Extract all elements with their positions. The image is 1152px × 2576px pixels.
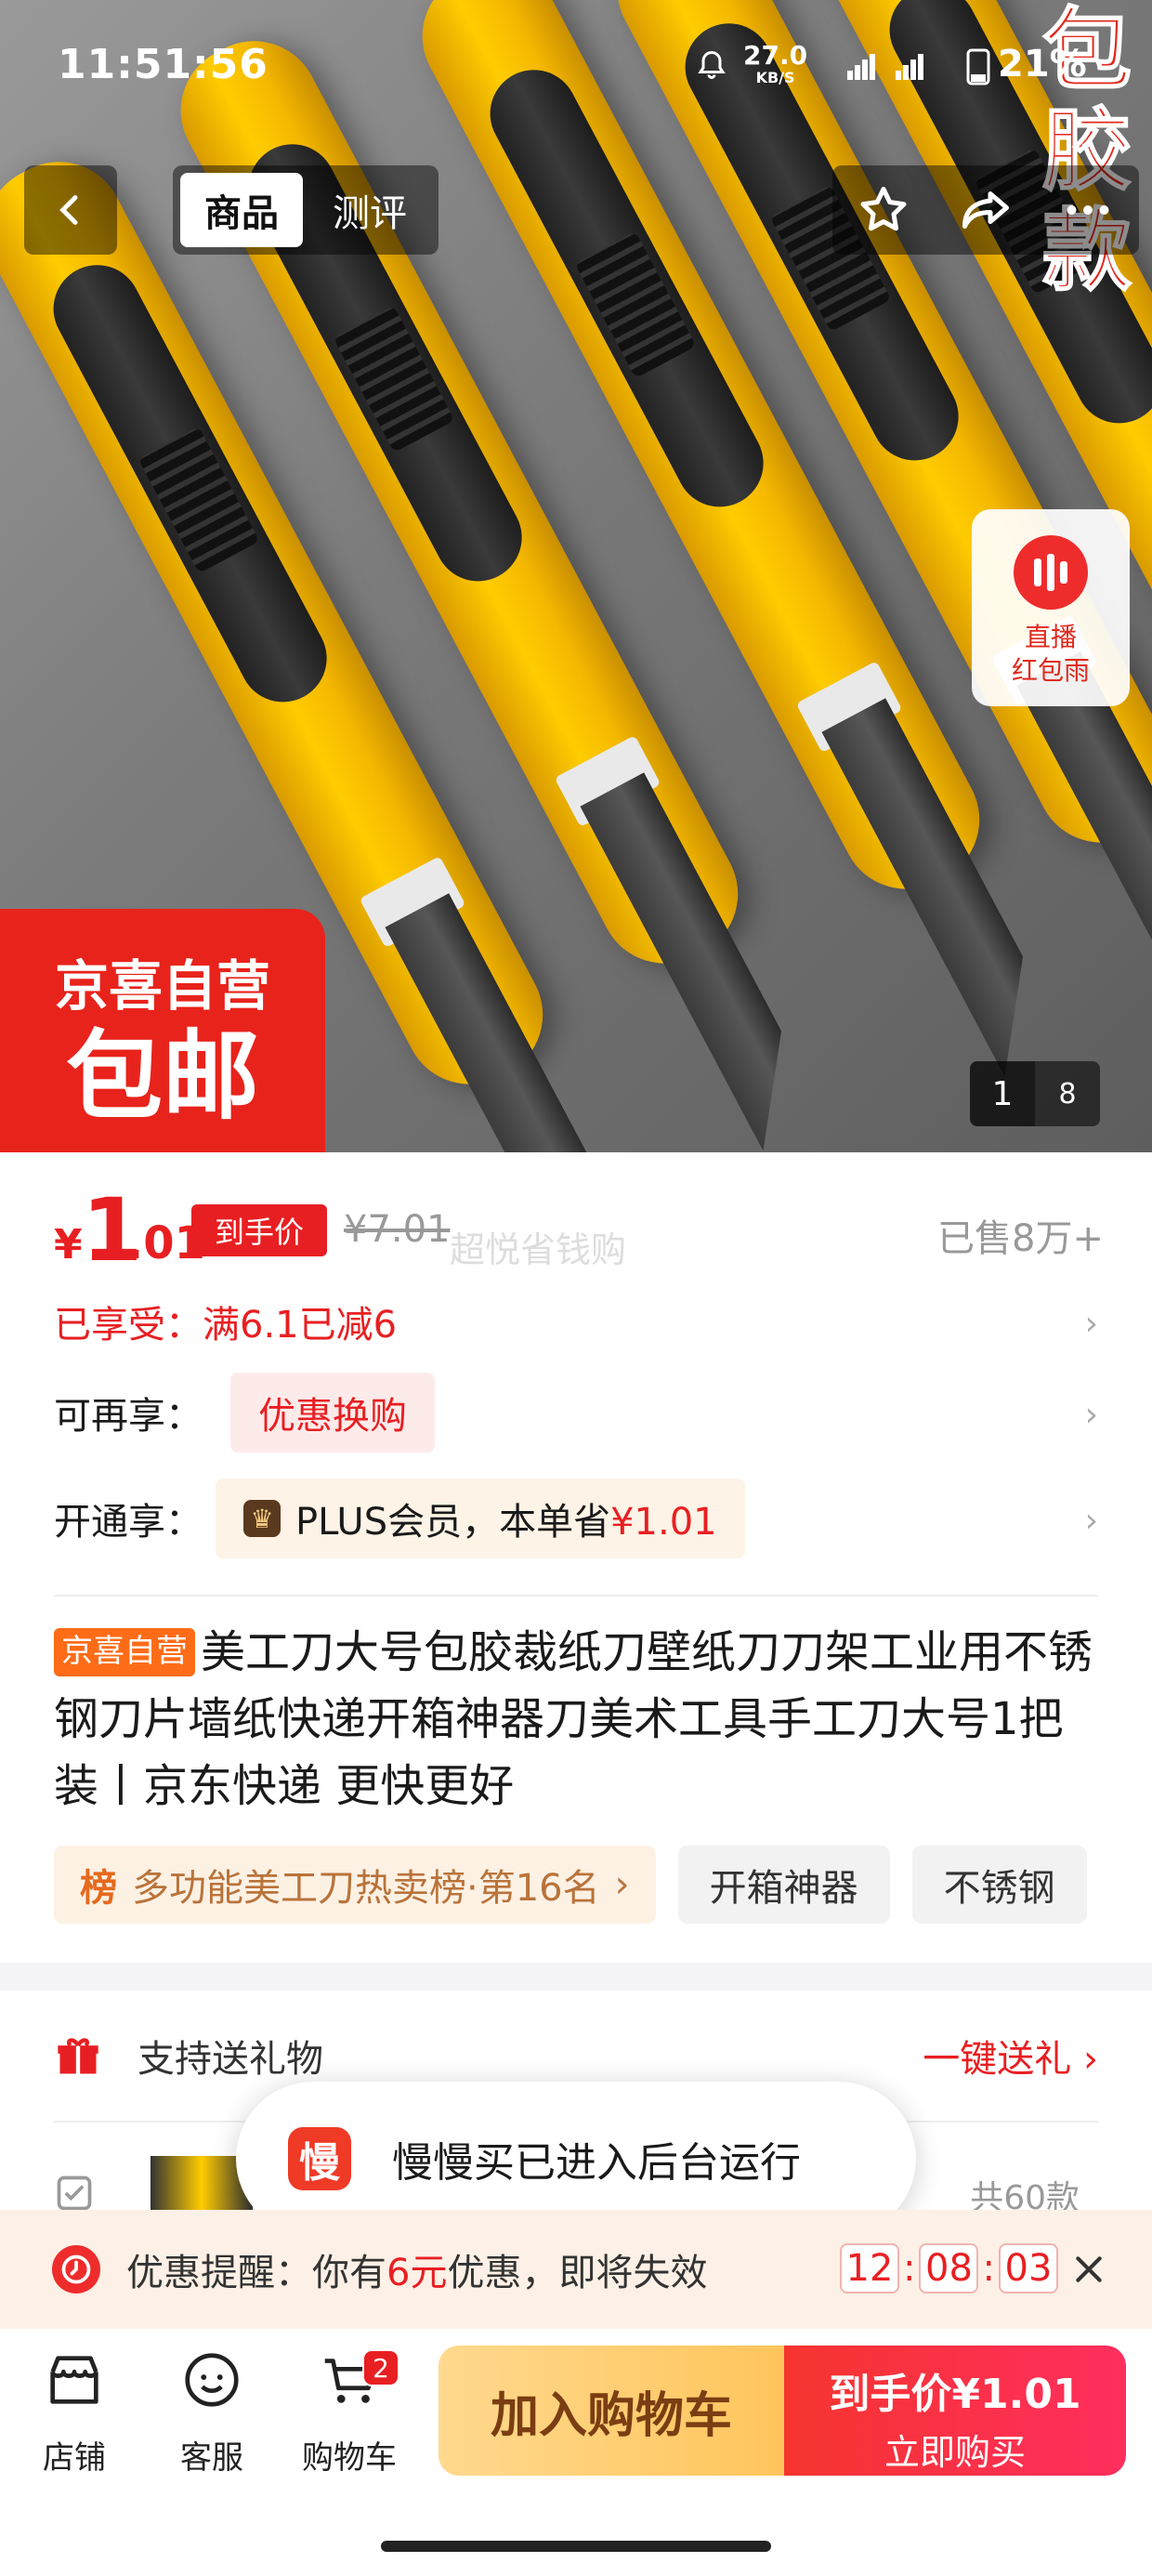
alarm-icon	[698, 50, 726, 79]
badge-line2: 包邮	[65, 1019, 259, 1133]
image-pager: 1 8	[970, 1061, 1100, 1126]
price-currency: ¥	[54, 1221, 83, 1268]
toast-text: 慢慢买已进入后台运行	[392, 2139, 801, 2187]
page-tabs: 商品 测评	[173, 165, 439, 255]
trade-in-chip[interactable]: 优惠换购	[230, 1373, 435, 1452]
gift-icon	[58, 2038, 98, 2074]
countdown-minutes: 08	[919, 2243, 979, 2293]
badge-line1: 京喜自营	[54, 954, 270, 1018]
buy-now-label: 立即购买	[884, 2432, 1026, 2473]
discount-reminder-bar[interactable]: 优惠提醒：你有6元优惠，即将失效 12: 08: 03	[0, 2210, 1152, 2329]
top-actions	[832, 165, 1139, 255]
discount-applied-text: 已享受：满6.1已减6	[54, 1304, 398, 1347]
close-icon	[1076, 2256, 1102, 2282]
chat-icon	[185, 2353, 239, 2407]
star-icon[interactable]	[856, 182, 911, 238]
sold-count: 已售8万+	[937, 1217, 1104, 1260]
watermark-text: 超悦省钱购	[450, 1229, 627, 1270]
jingxi-tag: 京喜自营	[54, 1628, 195, 1676]
net-speed: 27.0 KB/S	[743, 40, 808, 87]
price-row: ¥ 1 .01 到手价 ¥7.01 超悦省钱购 已售8万+	[54, 1180, 1104, 1281]
add-to-cart-button[interactable]: 加入购物车	[439, 2346, 784, 2476]
status-bar: 11:51:56 27.0 KB/S 21%	[0, 0, 1152, 130]
product-title: 京喜自营 美工刀大号包胶裁纸刀壁纸刀刀架工业用不锈钢刀片墙纸快递开箱神器刀美术工具…	[54, 1619, 1104, 1820]
discount-applied-row[interactable]: 已享受：满6.1已减6 ›	[54, 1281, 1098, 1362]
home-indicator[interactable]	[381, 2541, 771, 2552]
rank-text: 多功能美工刀热卖榜·第16名	[132, 1867, 600, 1910]
reminder-text: 优惠提醒：你有6元优惠，即将失效	[126, 2252, 708, 2294]
live-label: 直播 红包雨	[1011, 622, 1090, 686]
pager-total: 8	[1058, 1077, 1077, 1111]
original-price: ¥7.01	[344, 1208, 451, 1251]
divider	[54, 1595, 1098, 1597]
bottom-action-bar: 店铺 客服 购物车 2 加入购物车 到手价¥1.01 立即购买	[0, 2329, 1152, 2576]
more-icon[interactable]	[1060, 182, 1116, 238]
one-click-gift-link[interactable]: 一键送礼 ›	[923, 2029, 1098, 2083]
product-title-text: 美工刀大号包胶裁纸刀壁纸刀刀架工业用不锈钢刀片墙纸快递开箱神器刀美术工具手工刀大…	[54, 1626, 1093, 1812]
battery-icon	[966, 48, 990, 85]
live-icon	[1014, 535, 1088, 610]
extra-offer-row[interactable]: 可再享： 优惠换购 ›	[54, 1372, 1098, 1453]
manmanmai-app-icon: 慢	[288, 2127, 351, 2190]
tab-product[interactable]: 商品	[180, 173, 303, 247]
shop-button[interactable]: 店铺	[19, 2347, 130, 2477]
shop-icon	[50, 2356, 98, 2404]
keyword-chip[interactable]: 开箱神器	[677, 1846, 890, 1924]
live-red-packet-button[interactable]: 直播 红包雨	[972, 509, 1130, 706]
buy-now-price: 到手价¥1.01	[829, 2371, 1081, 2418]
chevron-right-icon: ›	[614, 1863, 630, 1906]
battery-percent: 21%	[998, 43, 1087, 85]
plus-chip[interactable]: ♛ PLUS会员，本单省¥1.01	[216, 1479, 745, 1558]
signal-icon	[847, 54, 923, 80]
rank-chip[interactable]: 榜 多功能美工刀热卖榜·第16名 ›	[54, 1846, 656, 1924]
crown-icon: ♛	[243, 1500, 281, 1537]
plus-member-row[interactable]: 开通享： ♛ PLUS会员，本单省¥1.01 ›	[54, 1478, 1098, 1559]
close-button[interactable]	[1063, 2243, 1115, 2295]
clock-icon	[52, 2245, 100, 2293]
buy-now-button[interactable]: 到手价¥1.01 立即购买	[784, 2346, 1126, 2476]
customer-service-button[interactable]: 客服	[156, 2347, 268, 2477]
cart-label: 购物车	[302, 2439, 397, 2477]
jingxi-free-shipping-badge: 京喜自营 包邮	[0, 909, 325, 1152]
rank-icon: 榜	[80, 1867, 117, 1910]
chevron-left-icon	[59, 195, 78, 225]
gift-label: 支持送礼物	[137, 2038, 323, 2081]
back-button[interactable]	[24, 165, 117, 255]
countdown-hours: 12	[840, 2243, 899, 2293]
countdown-timer: 12: 08: 03	[840, 2243, 1058, 2293]
tab-review[interactable]: 测评	[308, 173, 431, 247]
keyword-chip[interactable]: 不锈钢	[911, 1846, 1087, 1924]
service-label: 客服	[180, 2439, 243, 2477]
shop-label: 店铺	[43, 2439, 106, 2477]
pager-current: 1	[970, 1061, 1035, 1126]
final-price-tag: 到手价	[191, 1204, 327, 1256]
section-separator	[0, 1963, 1152, 1991]
chevron-right-icon: ›	[1084, 1396, 1098, 1434]
share-icon[interactable]	[958, 182, 1014, 238]
cart-count-badge: 2	[362, 2349, 399, 2386]
chevron-right-icon: ›	[1084, 1502, 1098, 1540]
status-time: 11:51:56	[58, 41, 268, 88]
rank-keyword-row: 榜 多功能美工刀热卖榜·第16名 › 开箱神器 不锈钢	[54, 1846, 1152, 1924]
extra-offer-label: 可再享：	[54, 1395, 203, 1438]
plus-label: 开通享：	[54, 1501, 203, 1544]
check-box-icon	[57, 2175, 92, 2211]
countdown-seconds: 03	[998, 2243, 1058, 2293]
chevron-right-icon: ›	[1084, 1305, 1098, 1343]
